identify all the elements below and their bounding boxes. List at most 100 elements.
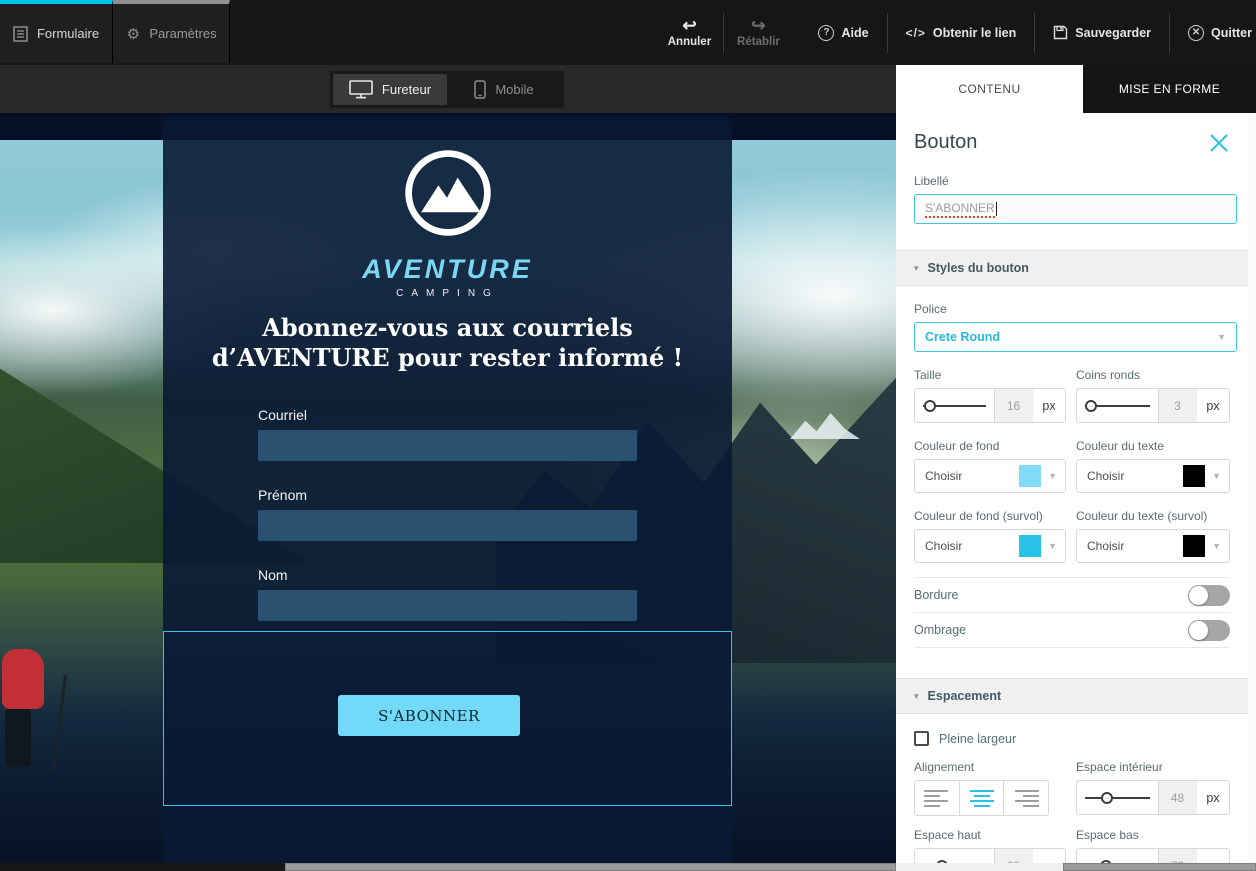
panel-body: Bouton Libellé S'ABONNER ▾ Styles du bou…	[896, 113, 1256, 871]
align-right-button[interactable]	[1004, 781, 1048, 815]
panel-tabs: CONTENU MISE EN FORME	[896, 65, 1256, 113]
form-heading-line1: Abonnez-vous aux courriels	[163, 313, 732, 343]
espace-interieur-value[interactable]: 48	[1158, 781, 1196, 814]
bordure-label: Bordure	[914, 588, 958, 602]
quit-label: Quitter	[1211, 26, 1252, 40]
redo-button[interactable]: ↪ Rétablir	[724, 18, 792, 48]
scrollbar-thumb[interactable]	[1063, 863, 1256, 871]
chevron-down-icon: ▼	[1048, 471, 1057, 481]
section-espacement[interactable]: ▾ Espacement	[896, 678, 1248, 714]
pleine-largeur-checkbox[interactable]	[914, 731, 929, 746]
color-swatch	[1183, 535, 1205, 557]
taille-control: 16 px	[914, 388, 1066, 423]
save-label: Sauvegarder	[1075, 26, 1151, 40]
help-button[interactable]: ? Aide	[800, 25, 886, 41]
coins-ronds-value[interactable]: 3	[1158, 389, 1196, 422]
firstname-field[interactable]	[258, 510, 637, 541]
close-icon[interactable]	[1208, 132, 1230, 154]
panel-title: Bouton	[914, 131, 977, 154]
subscribe-button[interactable]: S'ABONNER	[338, 695, 520, 736]
section-styles-du-bouton[interactable]: ▾ Styles du bouton	[896, 250, 1248, 286]
collapse-triangle-icon: ▾	[914, 691, 919, 702]
undo-button[interactable]: ↩ Annuler	[655, 18, 723, 48]
gear-icon: ⚙	[125, 26, 141, 42]
brand-logo: AVENTURE CAMPING	[163, 145, 732, 299]
alignement-label: Alignement	[914, 760, 1076, 774]
coins-ronds-slider[interactable]	[1077, 389, 1158, 422]
align-left-button[interactable]	[915, 781, 960, 815]
couleur-fond-survol-picker[interactable]: Choisir ▼	[914, 529, 1066, 563]
get-link-button[interactable]: </> Obtenir le lien	[888, 26, 1035, 40]
ombrage-toggle[interactable]	[1188, 620, 1230, 641]
espace-interieur-slider[interactable]	[1077, 781, 1158, 814]
save-button[interactable]: Sauvegarder	[1035, 25, 1169, 40]
taille-slider[interactable]	[915, 389, 994, 422]
lastname-field[interactable]	[258, 590, 637, 621]
align-center-button[interactable]	[960, 781, 1005, 815]
form-fields: Courriel Prénom Nom	[258, 407, 637, 647]
redo-label: Rétablir	[737, 36, 780, 48]
code-icon: </>	[906, 26, 926, 40]
scrollbar-thumb[interactable]	[285, 863, 896, 871]
tab-parametres-label: Paramètres	[149, 26, 216, 41]
color-swatch	[1183, 465, 1205, 487]
chevron-down-icon: ▼	[1212, 471, 1221, 481]
pleine-largeur-label: Pleine largeur	[939, 732, 1016, 746]
signup-form-container: AVENTURE CAMPING Abonnez-vous aux courri…	[163, 117, 732, 863]
mobile-phone-icon	[474, 80, 486, 99]
espace-interieur-label: Espace intérieur	[1076, 760, 1230, 774]
police-select[interactable]: Crete Round ▼	[914, 322, 1237, 352]
quit-button[interactable]: ✕ Quitter	[1170, 25, 1256, 41]
help-label: Aide	[841, 26, 868, 40]
selected-button-block[interactable]: S'ABONNER	[163, 631, 732, 806]
collapse-triangle-icon: ▾	[914, 263, 919, 274]
form-heading-line2: d’AVENTURE pour rester informé !	[163, 343, 732, 373]
tab-parametres[interactable]: ⚙ Paramètres	[113, 0, 230, 63]
police-value: Crete Round	[925, 330, 1000, 344]
tab-contenu[interactable]: CONTENU	[896, 65, 1083, 113]
couleur-fond-picker[interactable]: Choisir ▼	[914, 459, 1066, 493]
bordure-toggle[interactable]	[1188, 585, 1230, 606]
taille-label: Taille	[914, 368, 1076, 382]
device-browser-label: Fureteur	[382, 82, 431, 97]
email-field[interactable]	[258, 430, 637, 461]
email-field-label: Courriel	[258, 407, 637, 423]
libelle-value: S'ABONNER	[925, 201, 995, 218]
espace-bas-label: Espace bas	[1076, 828, 1230, 842]
device-bar: Fureteur Mobile	[0, 65, 896, 113]
tab-formulaire[interactable]: Formulaire	[0, 0, 113, 63]
text-cursor	[996, 202, 997, 216]
undo-label: Annuler	[668, 36, 711, 48]
libelle-input[interactable]: S'ABONNER	[914, 194, 1237, 224]
couleur-texte-survol-label: Couleur du texte (survol)	[1076, 509, 1230, 523]
scrollbar-track[interactable]	[896, 863, 1063, 871]
espace-haut-label: Espace haut	[914, 828, 1076, 842]
police-label: Police	[914, 302, 1230, 316]
chevron-down-icon: ▼	[1217, 332, 1226, 342]
taille-value[interactable]: 16	[994, 389, 1032, 422]
device-mobile-label: Mobile	[495, 82, 533, 97]
espace-interieur-control: 48 px	[1076, 780, 1230, 815]
help-icon: ?	[818, 25, 834, 41]
couleur-fond-label: Couleur de fond	[914, 439, 1076, 453]
couleur-fond-survol-label: Couleur de fond (survol)	[914, 509, 1076, 523]
top-toolbar: Formulaire ⚙ Paramètres ↩ Annuler ↪ Réta…	[0, 0, 1256, 65]
horizontal-scrollbar[interactable]	[0, 863, 1256, 871]
form-preview-canvas: AVENTURE CAMPING Abonnez-vous aux courri…	[0, 113, 896, 871]
hiker-figure	[2, 649, 72, 779]
undo-icon: ↩	[682, 18, 696, 34]
tab-formulaire-label: Formulaire	[37, 26, 99, 41]
tab-mise-en-forme[interactable]: MISE EN FORME	[1083, 65, 1256, 113]
device-browser-button[interactable]: Fureteur	[333, 74, 447, 105]
scrollbar-track[interactable]	[0, 863, 285, 871]
editor-tabs: Formulaire ⚙ Paramètres	[0, 0, 230, 63]
couleur-texte-picker[interactable]: Choisir ▼	[1076, 459, 1230, 493]
couleur-texte-survol-picker[interactable]: Choisir ▼	[1076, 529, 1230, 563]
mountain-logo-icon	[400, 145, 496, 241]
alignement-group	[914, 780, 1049, 816]
form-heading: Abonnez-vous aux courriels d’AVENTURE po…	[163, 313, 732, 373]
device-toggle: Fureteur Mobile	[330, 71, 564, 108]
chevron-down-icon: ▼	[1212, 541, 1221, 551]
device-mobile-button[interactable]: Mobile	[447, 74, 561, 105]
taille-unit: px	[1032, 389, 1065, 422]
